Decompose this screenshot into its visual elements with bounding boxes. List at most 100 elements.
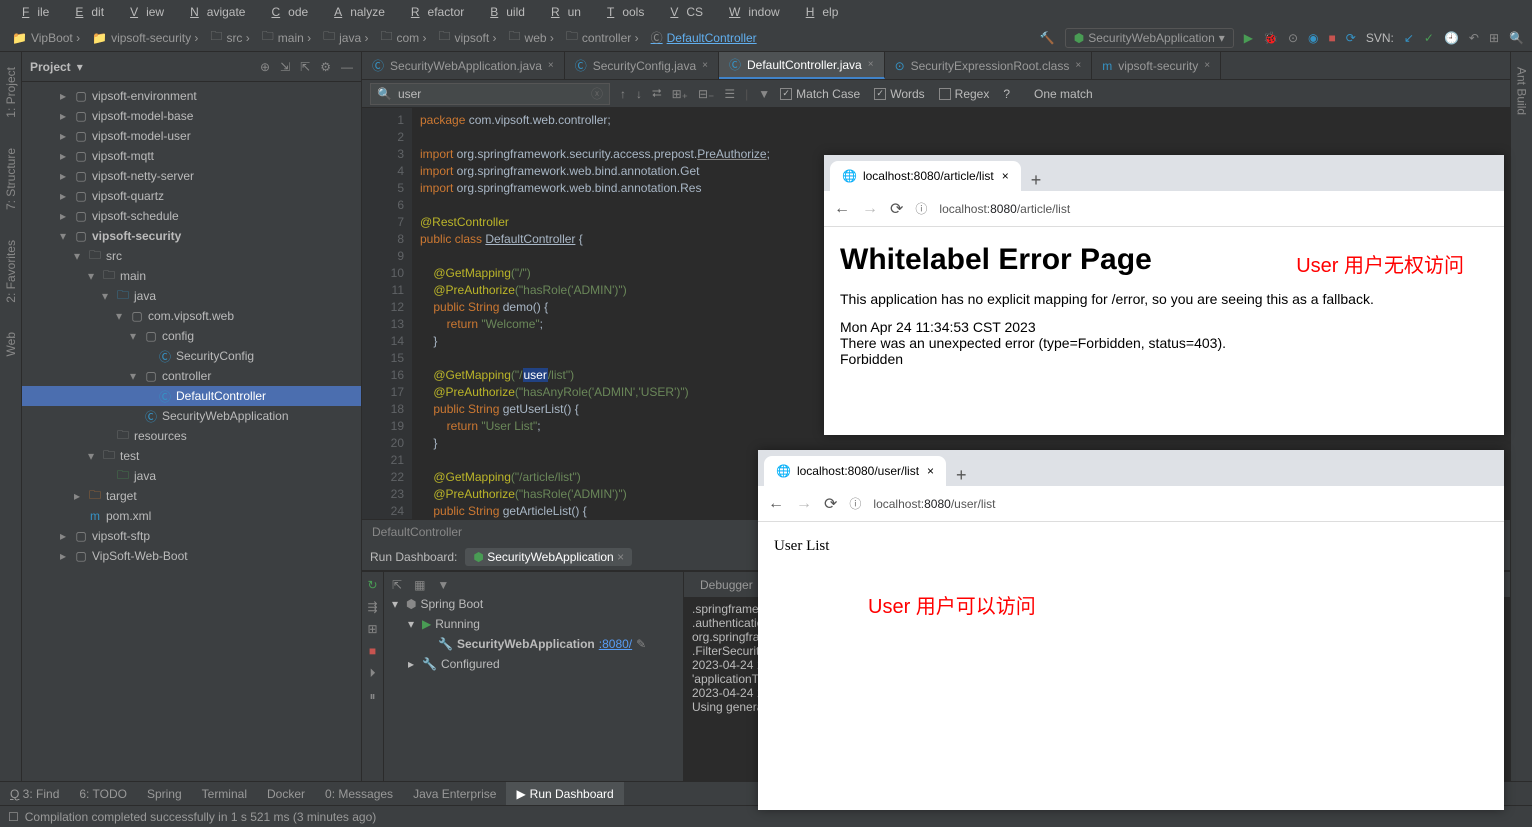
tree-item[interactable]: ⒸDefaultController [22, 386, 361, 406]
close-tab-icon[interactable]: × [1002, 169, 1009, 183]
tool-tab[interactable]: 2: Favorites [2, 235, 20, 308]
tree-item[interactable]: ▸▢VipSoft-Web-Boot [22, 546, 361, 566]
new-tab-button[interactable]: + [1021, 170, 1052, 191]
editor-tab[interactable]: mvipsoft-security× [1092, 52, 1221, 79]
debug-button[interactable]: 🐞 [1263, 31, 1278, 45]
menu-build[interactable]: Build [474, 3, 533, 21]
tree-item[interactable]: ⒸSecurityWebApplication [22, 406, 361, 426]
info-icon[interactable]: ⓘ [915, 200, 927, 217]
dashboard-tree-item[interactable]: ▸🔧Configured [388, 654, 679, 674]
match-case-checkbox[interactable]: ✓Match Case [780, 87, 860, 101]
find-input[interactable]: 🔍 user ⓧ [370, 83, 610, 105]
back-button[interactable]: ← [834, 200, 850, 218]
run-button[interactable]: ▶ [1244, 31, 1253, 45]
tree-item[interactable]: ▸▢vipsoft-model-base [22, 106, 361, 126]
tree-item[interactable]: ▾▢controller [22, 366, 361, 386]
tree-item[interactable]: ▾▢config [22, 326, 361, 346]
next-match-icon[interactable]: ↓ [636, 87, 642, 101]
tree-item[interactable]: ▾🗀main [22, 266, 361, 286]
editor-tab[interactable]: ⒸSecurityWebApplication.java× [362, 52, 565, 79]
menu-view[interactable]: View [114, 3, 172, 21]
reload-button[interactable]: ⟳ [890, 199, 903, 219]
tree-item[interactable]: ▸▢vipsoft-schedule [22, 206, 361, 226]
toolwindow-tab[interactable]: Java Enterprise [403, 782, 506, 805]
breadcrumb-item[interactable]: 🗀controller › [562, 25, 643, 50]
toolwindow-tab[interactable]: Q 3: Find [0, 782, 69, 805]
toolwindow-tab[interactable]: Terminal [192, 782, 257, 805]
step-icon[interactable]: ⏵ [369, 666, 375, 681]
tree-item[interactable]: ▾🗀src [22, 246, 361, 266]
toolwindow-tab[interactable]: 6: TODO [69, 782, 137, 805]
layout-icon[interactable]: ⊞ [367, 622, 377, 636]
tree-item[interactable]: ▾▢vipsoft-security [22, 226, 361, 246]
coverage-button[interactable]: ⊙ [1288, 31, 1298, 45]
menu-tools[interactable]: Tools [591, 3, 652, 21]
tree-item[interactable]: ▸▢vipsoft-mqtt [22, 146, 361, 166]
dashboard-tree-item[interactable]: 🔧SecurityWebApplication :8080/ ✎ [388, 634, 679, 654]
menu-refactor[interactable]: Refactor [395, 3, 472, 21]
breadcrumb-item[interactable]: 🗀java › [319, 25, 372, 50]
settings-icon[interactable]: ⚙ [320, 60, 331, 74]
ant-build-tab[interactable]: Ant Build [1513, 62, 1531, 120]
filter-dash-icon[interactable]: ⇶ [367, 600, 377, 614]
hide-icon[interactable]: — [341, 60, 353, 74]
menu-file[interactable]: File [6, 3, 57, 21]
browser-tab[interactable]: 🌐localhost:8080/user/list × [764, 456, 946, 486]
editor-tab[interactable]: ⒸDefaultController.java× [719, 52, 885, 79]
dropdown-icon[interactable]: ▾ [77, 60, 83, 74]
clear-search-icon[interactable]: ⓧ [591, 85, 603, 102]
close-tab-icon[interactable]: × [927, 464, 934, 478]
vcs-revert-icon[interactable]: ↶ [1469, 31, 1479, 45]
breadcrumb-item[interactable]: 🗀src › [206, 25, 253, 50]
breadcrumb-item[interactable]: 🗀main › [258, 25, 315, 50]
profile-button[interactable]: ◉ [1308, 31, 1318, 45]
filter-icon[interactable]: ▼ [758, 87, 770, 101]
dashboard-app-tab[interactable]: ⬢ SecurityWebApplication × [465, 548, 632, 566]
reload-button[interactable]: ⟳ [824, 494, 837, 514]
tree-item[interactable]: ▾▢com.vipsoft.web [22, 306, 361, 326]
tool-tab[interactable]: 7: Structure [2, 143, 20, 215]
search-everywhere-icon[interactable]: 🔍 [1509, 31, 1524, 45]
breadcrumb-item[interactable]: ⒸDefaultController [647, 27, 761, 48]
tree-tool-icon[interactable]: ⇱ [392, 578, 402, 592]
regex-checkbox[interactable]: Regex [939, 87, 990, 101]
project-view-label[interactable]: Project [30, 60, 71, 74]
editor-tab[interactable]: ⊙SecurityExpressionRoot.class× [885, 52, 1093, 79]
address-bar[interactable]: localhost:8080/article/list [939, 201, 1494, 216]
stop-dash-icon[interactable]: ■ [369, 644, 376, 658]
expand-all-icon[interactable]: ⇲ [280, 60, 290, 74]
tool-tab[interactable]: 1: Project [2, 62, 20, 123]
breadcrumb-item[interactable]: 🗀vipsoft › [435, 25, 501, 50]
browser-tab[interactable]: 🌐localhost:8080/article/list × [830, 161, 1021, 191]
toolwindow-tab[interactable]: Spring [137, 782, 192, 805]
breadcrumb-item[interactable]: 🗀web › [505, 25, 558, 50]
tree-item[interactable]: ▾🗀java [22, 286, 361, 306]
hammer-icon[interactable]: 🔨 [1040, 31, 1055, 45]
breadcrumb-item[interactable]: 📁vipsoft-security › [88, 29, 202, 47]
select-opened-icon[interactable]: ⊕ [260, 60, 270, 74]
collapse-all-icon[interactable]: ⇱ [300, 60, 310, 74]
dashboard-tree-item[interactable]: ▾⬢Spring Boot [388, 594, 679, 614]
stop-button[interactable]: ■ [1329, 31, 1336, 45]
toolwindow-tab[interactable]: ▶ Run Dashboard [506, 782, 623, 805]
back-button[interactable]: ← [768, 495, 784, 513]
remove-selection-icon[interactable]: ⊟₋ [698, 87, 714, 101]
breadcrumb-item[interactable]: 🗀com › [376, 25, 430, 50]
tool-tab[interactable]: Web [2, 327, 20, 361]
tree-item[interactable]: ⒸSecurityConfig [22, 346, 361, 366]
vcs-commit-icon[interactable]: ✓ [1424, 31, 1434, 45]
words-checkbox[interactable]: ✓Words [874, 87, 924, 101]
toolwindow-tab[interactable]: 0: Messages [315, 782, 403, 805]
menu-window[interactable]: Window [713, 3, 788, 21]
menu-edit[interactable]: Edit [59, 3, 112, 21]
prev-match-icon[interactable]: ↑ [620, 87, 626, 101]
vcs-update-icon[interactable]: ↙ [1404, 31, 1414, 45]
toolwindow-tab[interactable]: Docker [257, 782, 315, 805]
pause-icon[interactable]: ⏸ [369, 689, 375, 704]
forward-button[interactable]: → [796, 495, 812, 513]
address-bar[interactable]: localhost:8080/user/list [873, 496, 1494, 511]
tree-item[interactable]: ▸▢vipsoft-netty-server [22, 166, 361, 186]
regex-help-icon[interactable]: ? [1003, 87, 1010, 101]
select-all-icon[interactable]: ⮂ [652, 86, 662, 101]
tree-item[interactable]: ▸▢vipsoft-environment [22, 86, 361, 106]
